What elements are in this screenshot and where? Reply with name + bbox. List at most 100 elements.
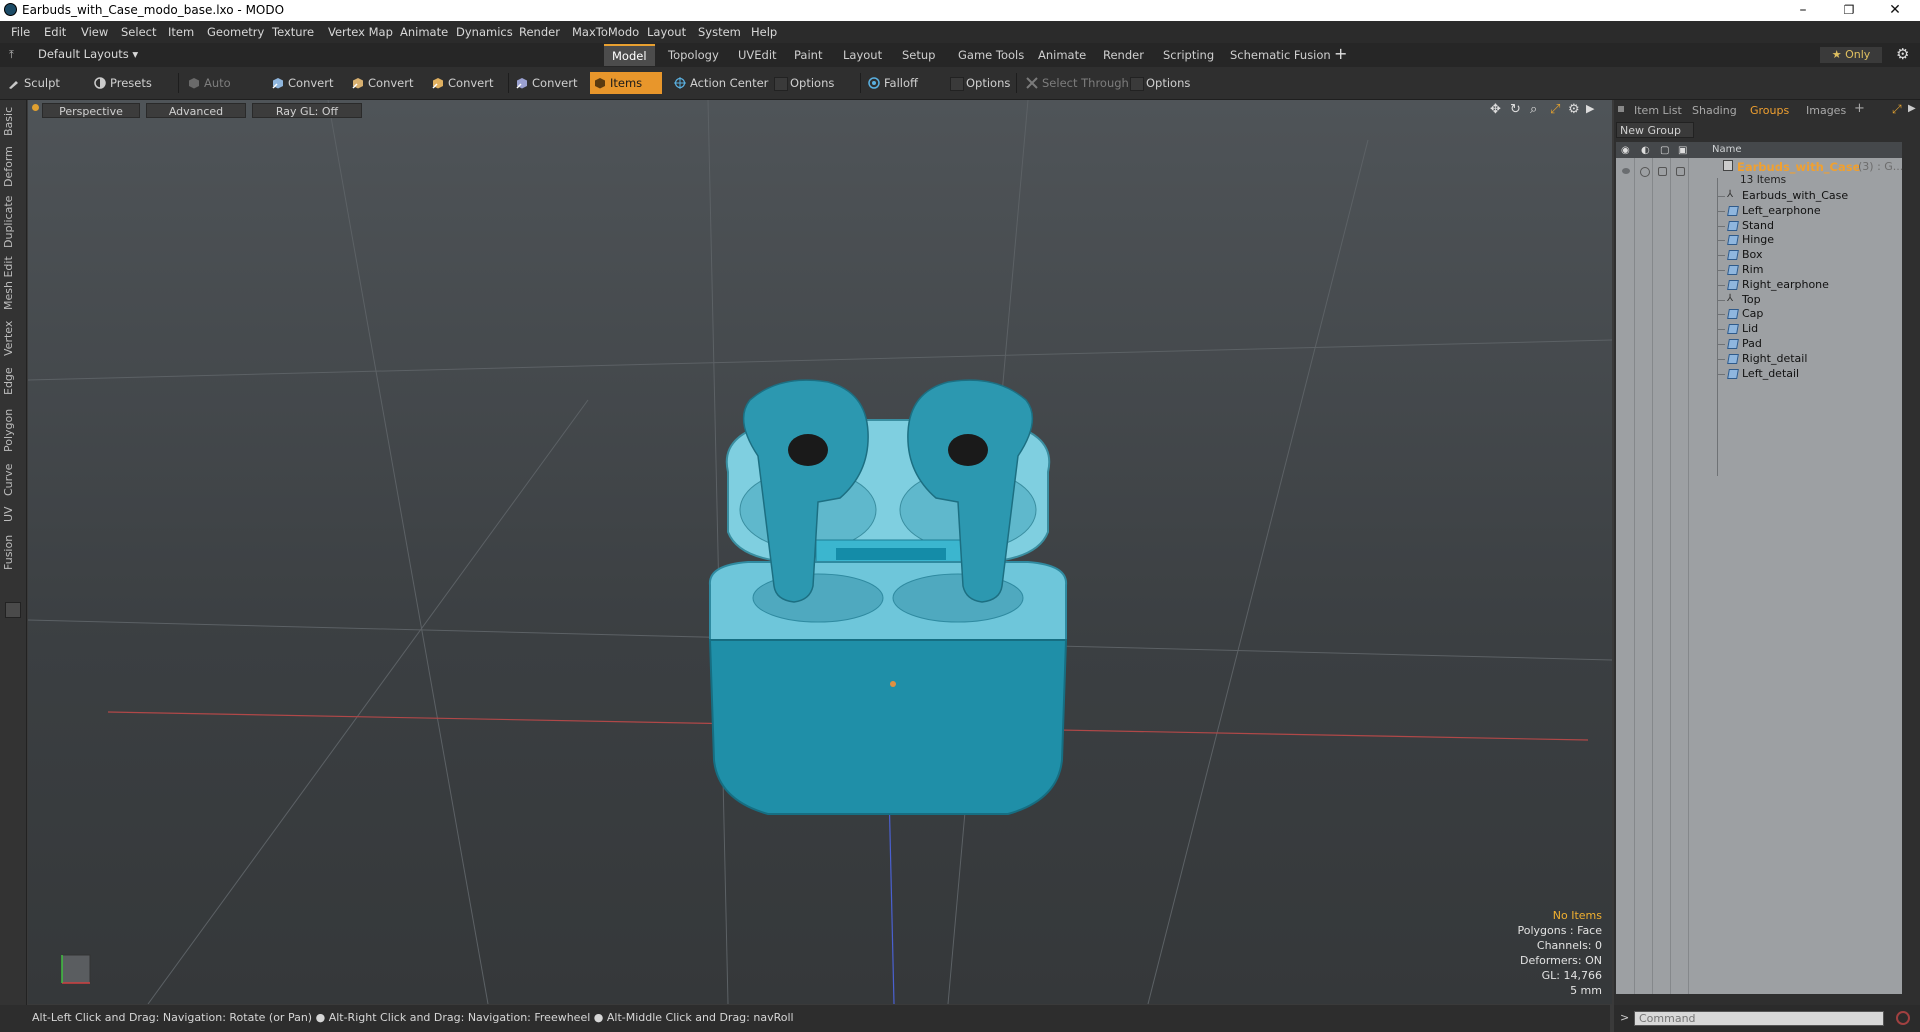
menu-view[interactable]: View bbox=[81, 25, 108, 39]
lock-icon[interactable]: ▢ bbox=[1660, 145, 1669, 156]
group-select-icon[interactable] bbox=[1676, 167, 1685, 176]
menu-system[interactable]: System bbox=[698, 25, 741, 39]
new-group-button[interactable]: New Group bbox=[1616, 122, 1694, 138]
action-center-button[interactable]: Action Center bbox=[670, 72, 770, 94]
maximize-button[interactable]: ❐ bbox=[1826, 0, 1872, 21]
raygl-toggle[interactable]: Ray GL: Off bbox=[252, 103, 362, 118]
minimize-button[interactable]: – bbox=[1780, 0, 1826, 21]
convert-button-1[interactable]: Convert bbox=[268, 72, 344, 94]
menu-file[interactable]: File bbox=[11, 25, 30, 39]
close-button[interactable]: ✕ bbox=[1872, 0, 1918, 21]
group-visibility-icon[interactable] bbox=[1622, 168, 1630, 174]
group-item-label: Right_earphone bbox=[1742, 278, 1829, 291]
menu-item[interactable]: Item bbox=[168, 25, 194, 39]
tab-model[interactable]: Model bbox=[604, 44, 655, 66]
groups-table-header: ◉ ◐ ▢ ▣ Name bbox=[1616, 142, 1902, 158]
groups-table: ◉ ◐ ▢ ▣ Name Earbuds_with_Case (3) : G..… bbox=[1616, 142, 1903, 994]
sculpt-button[interactable]: Sculpt bbox=[4, 72, 86, 94]
vtab-edge[interactable]: Edge bbox=[2, 364, 24, 398]
vtab-deform[interactable]: Deform bbox=[2, 146, 24, 188]
tab-game-tools[interactable]: Game Tools bbox=[950, 46, 1032, 64]
render-icon[interactable]: ◐ bbox=[1641, 145, 1650, 156]
fit-view-icon[interactable]: ⤢ bbox=[1550, 102, 1560, 117]
menu-animate[interactable]: Animate bbox=[400, 25, 448, 39]
name-column-header[interactable]: Name bbox=[1712, 144, 1742, 155]
only-toggle[interactable]: ★ Only bbox=[1820, 47, 1882, 63]
axis-gizmo bbox=[61, 954, 91, 984]
gear-icon[interactable]: ⚙ bbox=[1896, 45, 1909, 63]
tab-groups[interactable]: Groups bbox=[1750, 103, 1789, 119]
view-mode-dropdown[interactable]: Perspective bbox=[42, 103, 140, 118]
collapse-arrow-icon[interactable]: ⤒ bbox=[9, 48, 14, 62]
viewport-menu-icon[interactable] bbox=[32, 104, 39, 111]
vtab-mesh-edit[interactable]: Mesh Edit bbox=[2, 256, 24, 310]
palette-toggle-button[interactable] bbox=[5, 602, 21, 618]
tab-images[interactable]: Images bbox=[1806, 103, 1846, 119]
vtab-basic[interactable]: Basic bbox=[2, 106, 24, 136]
tab-topology[interactable]: Topology bbox=[660, 46, 727, 64]
vtab-fusion[interactable]: Fusion bbox=[2, 532, 24, 572]
tab-animate[interactable]: Animate bbox=[1030, 46, 1094, 64]
default-layouts-dropdown[interactable]: Default Layouts ▾ bbox=[38, 47, 138, 61]
menu-maxtomodo[interactable]: MaxToModo bbox=[572, 25, 639, 39]
action-center-label: Action Center bbox=[690, 76, 769, 90]
viewport-settings-icon[interactable]: ⚙ bbox=[1568, 102, 1580, 117]
convert-button-4[interactable]: Convert bbox=[512, 72, 588, 94]
record-icon[interactable] bbox=[1896, 1011, 1910, 1025]
add-tab-button[interactable]: + bbox=[1334, 44, 1347, 63]
options-button-1[interactable]: Options bbox=[770, 72, 856, 94]
menu-dynamics[interactable]: Dynamics bbox=[456, 25, 513, 39]
panel-arrow-icon[interactable]: ▶ bbox=[1908, 103, 1916, 114]
vtab-vertex[interactable]: Vertex bbox=[2, 318, 24, 358]
menu-layout[interactable]: Layout bbox=[647, 25, 686, 39]
tab-schematic-fusion[interactable]: Schematic Fusion bbox=[1222, 46, 1339, 64]
panel-expand-icon[interactable]: ⤢ bbox=[1892, 102, 1902, 117]
presets-button[interactable]: Presets F6 bbox=[90, 72, 172, 112]
select-icon[interactable]: ▣ bbox=[1678, 145, 1687, 156]
auto-select-button[interactable]: Auto Select bbox=[184, 72, 264, 112]
vtab-duplicate[interactable]: Duplicate bbox=[2, 196, 24, 248]
group-item-label: Pad bbox=[1742, 337, 1762, 350]
tab-scripting[interactable]: Scripting bbox=[1155, 46, 1222, 64]
select-through-button[interactable]: Select Through bbox=[1022, 72, 1130, 94]
command-input[interactable] bbox=[1634, 1011, 1884, 1026]
menu-geometry[interactable]: Geometry bbox=[207, 25, 264, 39]
menu-edit[interactable]: Edit bbox=[44, 25, 66, 39]
3d-viewport[interactable]: Perspective Advanced Ray GL: Off ✥ ↻ ⌕ ⤢… bbox=[28, 100, 1612, 1004]
selection-info: No Items bbox=[1552, 909, 1602, 922]
vtab-curve[interactable]: Curve bbox=[2, 462, 24, 498]
tab-render[interactable]: Render bbox=[1095, 46, 1152, 64]
menu-select[interactable]: Select bbox=[121, 25, 156, 39]
vtab-uv[interactable]: UV bbox=[2, 504, 24, 524]
add-panel-tab-button[interactable]: + bbox=[1854, 101, 1865, 117]
tab-setup[interactable]: Setup bbox=[894, 46, 943, 64]
tab-paint[interactable]: Paint bbox=[786, 46, 830, 64]
group-lock-icon[interactable] bbox=[1658, 167, 1667, 176]
convert-label-3: Convert bbox=[448, 76, 494, 90]
shading-mode-dropdown[interactable]: Advanced bbox=[146, 103, 246, 118]
tab-uvedit[interactable]: UVEdit bbox=[730, 46, 785, 64]
visibility-eye-icon[interactable]: ◉ bbox=[1621, 145, 1630, 156]
falloff-button[interactable]: Falloff bbox=[864, 72, 944, 94]
tab-layout[interactable]: Layout bbox=[835, 46, 890, 64]
convert-button-2[interactable]: Convert bbox=[348, 72, 424, 94]
rotate-view-icon[interactable]: ↻ bbox=[1510, 102, 1521, 117]
menu-vertex-map[interactable]: Vertex Map bbox=[328, 25, 393, 39]
zoom-view-icon[interactable]: ⌕ bbox=[1530, 102, 1537, 117]
expand-arrow-icon[interactable]: ▶ bbox=[1586, 102, 1594, 115]
convert-button-3[interactable]: Convert bbox=[428, 72, 504, 94]
options-button-2[interactable]: Options bbox=[946, 72, 1026, 94]
move-view-icon[interactable]: ✥ bbox=[1490, 102, 1501, 117]
menu-render[interactable]: Render bbox=[519, 25, 560, 39]
menu-texture[interactable]: Texture bbox=[272, 25, 314, 39]
group-render-icon[interactable] bbox=[1640, 167, 1650, 177]
options-button-3[interactable]: Options bbox=[1126, 72, 1212, 94]
menu-help[interactable]: Help bbox=[751, 25, 777, 39]
vtab-polygon[interactable]: Polygon bbox=[2, 406, 24, 454]
mesh-icon bbox=[1727, 354, 1739, 364]
polygons-info: Polygons : Face bbox=[1517, 924, 1602, 937]
items-mode-button[interactable]: Items bbox=[590, 72, 662, 94]
tab-shading[interactable]: Shading bbox=[1692, 103, 1737, 119]
tab-item-list[interactable]: Item List bbox=[1634, 103, 1682, 119]
panel-menu-icon[interactable] bbox=[1618, 106, 1624, 112]
